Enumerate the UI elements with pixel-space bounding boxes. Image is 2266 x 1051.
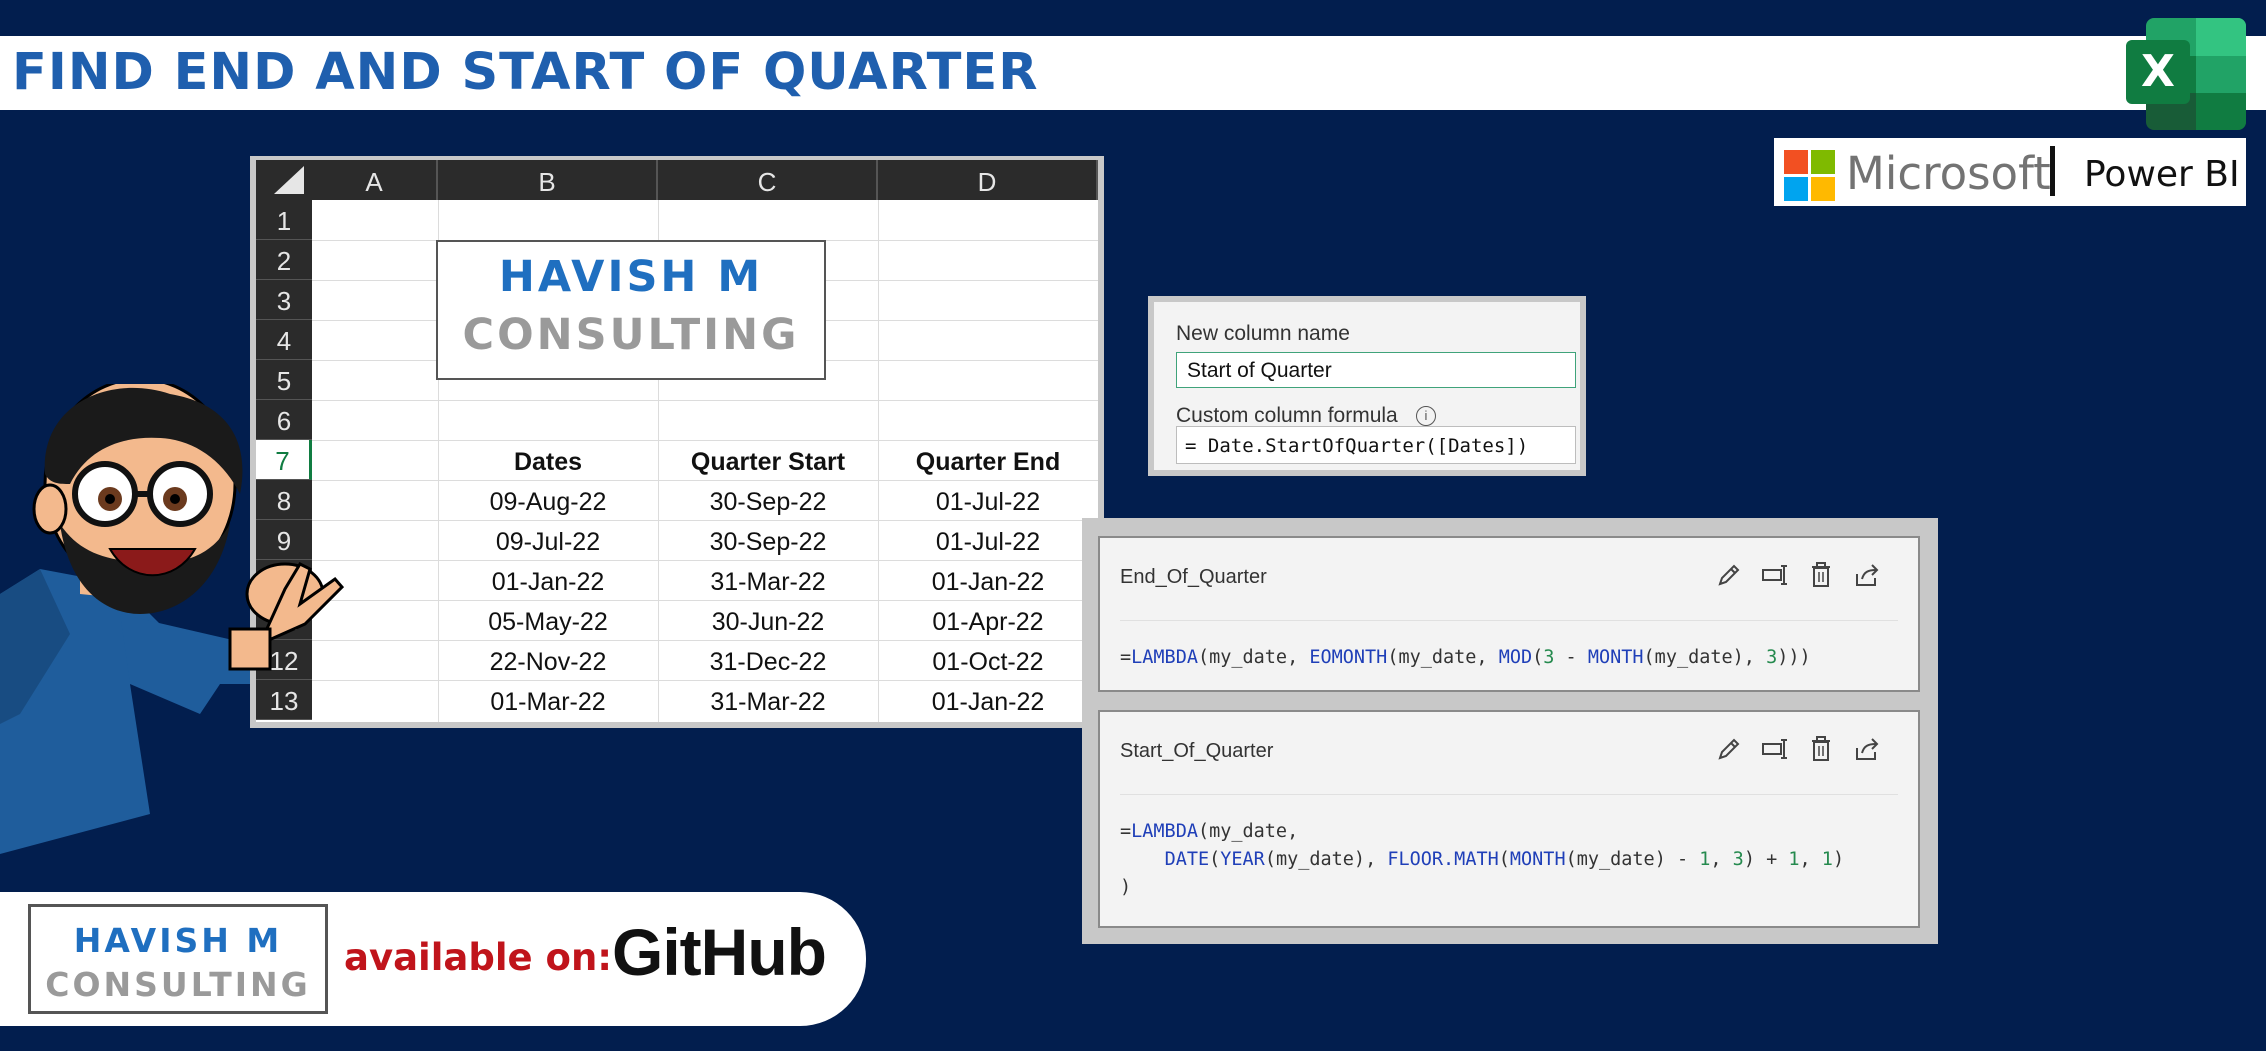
column-header-c[interactable]: C xyxy=(658,160,878,200)
lambda-actions xyxy=(1714,560,1882,592)
lambda-card-end-of-quarter: End_Of_Quarter =LAMBDA(my_date, EOMONTH(… xyxy=(1098,536,1920,692)
cell-quarter-end[interactable]: 01-Jan-22 xyxy=(878,560,1098,600)
cell-quarter-start[interactable]: 30-Jun-22 xyxy=(658,600,878,640)
cell-quarter-start[interactable]: 30-Sep-22 xyxy=(658,480,878,520)
info-icon[interactable]: i xyxy=(1416,406,1436,426)
cell-date[interactable]: 01-Jan-22 xyxy=(438,560,658,600)
microsoft-powerbi-logo: Microsoft Power BI xyxy=(1774,138,2246,206)
share-icon[interactable] xyxy=(1852,734,1882,764)
header-quarter-end[interactable]: Quarter End xyxy=(878,440,1098,480)
custom-column-panel: New column name Start of Quarter Custom … xyxy=(1154,302,1580,470)
row-header[interactable]: 4 xyxy=(256,320,312,360)
logo-divider xyxy=(2050,146,2055,196)
cell-quarter-start[interactable]: 31-Dec-22 xyxy=(658,640,878,680)
microsoft-squares-icon xyxy=(1784,150,1836,202)
column-header-a[interactable]: A xyxy=(312,160,438,200)
title-banner: FIND END AND START OF QUARTER xyxy=(0,36,2266,110)
cell-quarter-start[interactable]: 31-Mar-22 xyxy=(658,560,878,600)
delete-trash-icon[interactable] xyxy=(1806,560,1836,590)
page-title: FIND END AND START OF QUARTER xyxy=(12,43,1039,102)
row-header[interactable]: 1 xyxy=(256,200,312,240)
excel-grid: A B C D 1 2 3 4 5 6 7 8 9 10 11 12 13 xyxy=(256,160,1098,722)
card-divider xyxy=(1120,794,1898,795)
lambda-definitions-panel: End_Of_Quarter =LAMBDA(my_date, EOMONTH(… xyxy=(1082,518,1938,944)
lambda-name: Start_Of_Quarter xyxy=(1120,740,1274,762)
github-wordmark[interactable]: GitHub xyxy=(612,914,827,990)
header-dates[interactable]: Dates xyxy=(438,440,658,480)
column-header-d[interactable]: D xyxy=(878,160,1098,200)
custom-column-formula-input[interactable]: = Date.StartOfQuarter([Dates]) xyxy=(1176,426,1576,464)
microsoft-wordmark: Microsoft xyxy=(1846,147,2051,200)
cell-quarter-end[interactable]: 01-Apr-22 xyxy=(878,600,1098,640)
havish-consulting-logo: HAVISH M CONSULTING xyxy=(436,240,826,380)
excel-letter: X xyxy=(2126,40,2190,104)
lambda-formula-start[interactable]: =LAMBDA(my_date, DATE(YEAR(my_date), FLO… xyxy=(1120,818,1844,902)
cell-quarter-start[interactable]: 31-Mar-22 xyxy=(658,680,878,720)
rename-icon[interactable] xyxy=(1760,560,1790,590)
row-header[interactable]: 2 xyxy=(256,240,312,280)
custom-column-formula-label: Custom column formula xyxy=(1176,404,1398,427)
column-header-b[interactable]: B xyxy=(438,160,658,200)
cell-date[interactable]: 01-Mar-22 xyxy=(438,680,658,720)
cell-date[interactable]: 05-May-22 xyxy=(438,600,658,640)
lambda-formula-end[interactable]: =LAMBDA(my_date, EOMONTH(my_date, MOD(3 … xyxy=(1120,644,1811,672)
cell-date[interactable]: 09-Jul-22 xyxy=(438,520,658,560)
cell-quarter-end[interactable]: 01-Jan-22 xyxy=(878,680,1098,720)
edit-pencil-icon[interactable] xyxy=(1714,734,1744,764)
delete-trash-icon[interactable] xyxy=(1806,734,1836,764)
cartoon-mascot-image xyxy=(0,377,360,854)
powerbi-wordmark: Power BI xyxy=(2084,154,2240,195)
cell-quarter-end[interactable]: 01-Jul-22 xyxy=(878,520,1098,560)
cell-quarter-end[interactable]: 01-Jul-22 xyxy=(878,480,1098,520)
logo-line-1: HAVISH M xyxy=(498,252,764,302)
lambda-name: End_Of_Quarter xyxy=(1120,566,1267,588)
custom-column-dialog: New column name Start of Quarter Custom … xyxy=(1148,296,1586,476)
gridline xyxy=(312,400,1098,401)
edit-pencil-icon[interactable] xyxy=(1714,560,1744,590)
cell-quarter-end[interactable]: 01-Oct-22 xyxy=(878,640,1098,680)
github-banner: HAVISH M CONSULTING available on: GitHub xyxy=(0,892,866,1026)
rename-icon[interactable] xyxy=(1760,734,1790,764)
new-column-name-label: New column name xyxy=(1176,322,1350,345)
havish-consulting-logo-small: HAVISH M CONSULTING xyxy=(28,904,328,1014)
excel-sheet-window: A B C D 1 2 3 4 5 6 7 8 9 10 11 12 13 xyxy=(250,156,1104,728)
lambda-card-start-of-quarter: Start_Of_Quarter =LAMBDA(my_date, DATE(Y… xyxy=(1098,710,1920,928)
cell-date[interactable]: 22-Nov-22 xyxy=(438,640,658,680)
new-column-name-input[interactable]: Start of Quarter xyxy=(1176,352,1576,388)
row-header[interactable]: 3 xyxy=(256,280,312,320)
cell-quarter-start[interactable]: 30-Sep-22 xyxy=(658,520,878,560)
available-on-label: available on: xyxy=(344,936,613,979)
card-divider xyxy=(1120,620,1898,621)
cell-date[interactable]: 09-Aug-22 xyxy=(438,480,658,520)
excel-logo-icon: X xyxy=(2126,18,2246,130)
share-icon[interactable] xyxy=(1852,560,1882,590)
header-quarter-start[interactable]: Quarter Start xyxy=(658,440,878,480)
lambda-actions xyxy=(1714,734,1882,766)
select-all-corner[interactable] xyxy=(256,160,312,200)
logo-line-1: HAVISH M xyxy=(73,921,283,960)
logo-line-2: CONSULTING xyxy=(45,965,311,1004)
logo-line-2: CONSULTING xyxy=(462,310,800,360)
